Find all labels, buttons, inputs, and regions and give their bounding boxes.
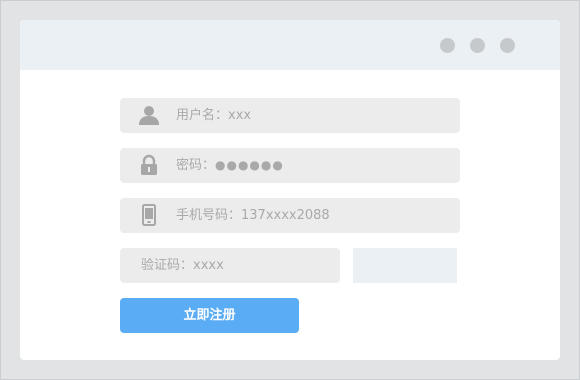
user-icon [138,104,160,126]
captcha-field[interactable]: 验证码：xxxx [120,248,340,283]
register-button[interactable]: 立即注册 [120,298,299,333]
page-background: 用户名：xxx 密码：●●●●●● 手机号码：137xxxx2088 验证码：x… [0,0,580,380]
lock-icon [138,154,160,176]
window-control-dot-2[interactable] [470,38,485,53]
registration-window: 用户名：xxx 密码：●●●●●● 手机号码：137xxxx2088 验证码：x… [20,20,560,360]
username-field[interactable]: 用户名：xxx [120,98,460,133]
captcha-placeholder: 验证码：xxxx [141,258,224,273]
window-control-dot-1[interactable] [440,38,455,53]
password-field[interactable]: 密码：●●●●●● [120,148,460,183]
phone-icon [138,204,160,226]
phone-field[interactable]: 手机号码：137xxxx2088 [120,198,460,233]
password-placeholder: 密码：●●●●●● [176,148,284,183]
password-mask: ●●●●●● [215,158,284,172]
window-control-dot-3[interactable] [500,38,515,53]
username-placeholder: 用户名：xxx [176,108,252,123]
window-titlebar [20,20,560,70]
phone-placeholder: 手机号码：137xxxx2088 [176,208,330,223]
password-label: 密码： [176,158,216,173]
captcha-image[interactable] [353,248,457,283]
